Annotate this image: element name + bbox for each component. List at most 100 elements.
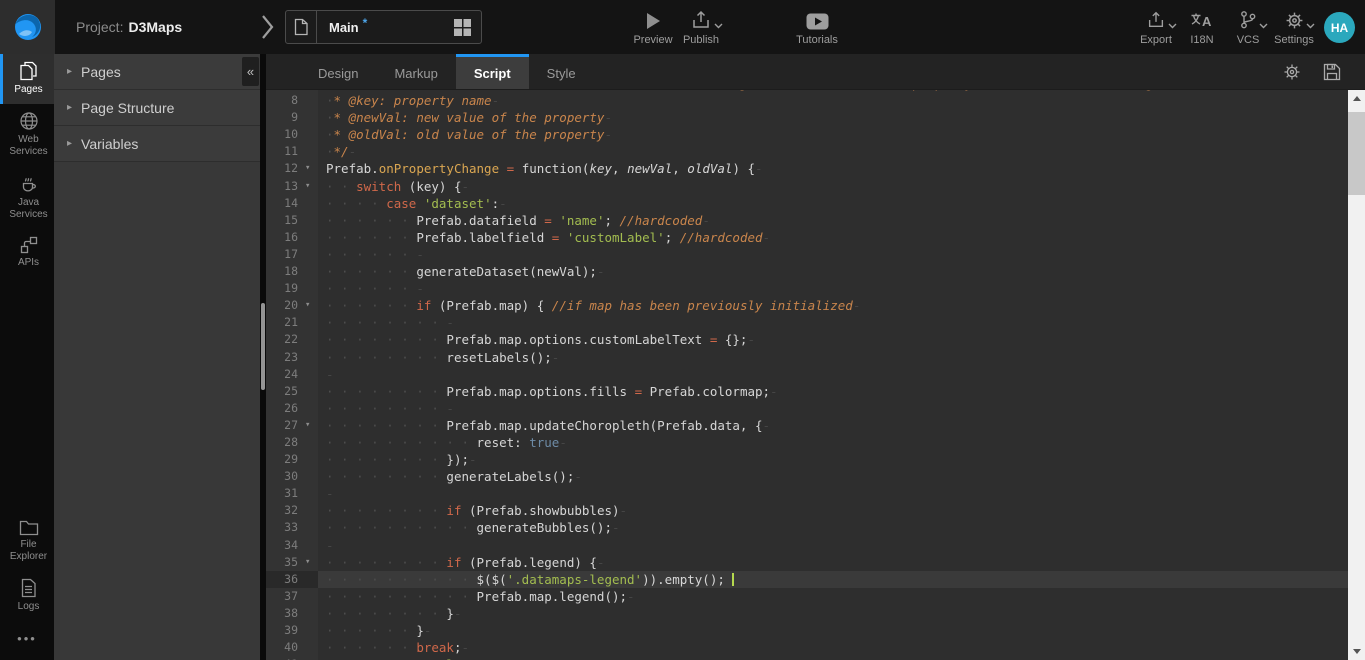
i18n-button[interactable]: A I18N bbox=[1179, 8, 1225, 46]
fold-arrow-icon[interactable]: ▾ bbox=[304, 297, 318, 314]
code-line[interactable]: 34- bbox=[266, 537, 1348, 554]
code-line[interactable]: 37· · · · · · · · · · Prefab.map.legend(… bbox=[266, 588, 1348, 605]
code-line[interactable]: 13▾· · switch (key) {- bbox=[266, 178, 1348, 195]
rail-label: Java Services bbox=[3, 197, 54, 221]
accordion-pages[interactable]: ▸ Pages « bbox=[54, 54, 260, 90]
code-line[interactable]: 39· · · · · · }- bbox=[266, 622, 1348, 639]
fold-gutter bbox=[304, 571, 318, 588]
tab-markup[interactable]: Markup bbox=[376, 54, 455, 89]
code-line[interactable]: 24- bbox=[266, 366, 1348, 383]
page-doc-icon[interactable] bbox=[286, 11, 317, 43]
code-line[interactable]: 23· · · · · · · · resetLabels();- bbox=[266, 349, 1348, 366]
code-line[interactable]: 10·* @oldVal: old value of the property- bbox=[266, 126, 1348, 143]
rail-more-button[interactable]: ••• bbox=[0, 621, 54, 660]
code-token: - bbox=[755, 161, 763, 176]
code-line[interactable]: 19· · · · · · - bbox=[266, 280, 1348, 297]
line-number: 8 bbox=[266, 92, 304, 109]
code-line[interactable]: 27▾· · · · · · · · Prefab.map.updateChor… bbox=[266, 417, 1348, 434]
accordion-variables[interactable]: ▸ Variables bbox=[54, 126, 260, 162]
code-line[interactable]: 12▾Prefab.onPropertyChange = function(ke… bbox=[266, 160, 1348, 177]
code-editor[interactable]: 7 * this method will be invoked whenever… bbox=[266, 90, 1348, 660]
vertical-scrollbar[interactable] bbox=[1348, 90, 1365, 660]
code-text: · · · · · · }- bbox=[318, 622, 1348, 639]
settings-button[interactable]: Settings bbox=[1271, 8, 1317, 46]
publish-button[interactable]: Publish bbox=[670, 8, 732, 46]
rail-item-pages[interactable]: Pages bbox=[0, 54, 54, 104]
code-token: - bbox=[492, 93, 500, 108]
fold-arrow-icon[interactable]: ▾ bbox=[304, 417, 318, 434]
code-line[interactable]: 40· · · · · · break;- bbox=[266, 639, 1348, 656]
code-line[interactable]: 38· · · · · · · · }- bbox=[266, 605, 1348, 622]
code-line[interactable]: 21· · · · · · · · - bbox=[266, 314, 1348, 331]
code-line[interactable]: 31- bbox=[266, 485, 1348, 502]
line-number: 28 bbox=[266, 434, 304, 451]
line-number: 26 bbox=[266, 400, 304, 417]
rail-item-java-services[interactable]: Java Services bbox=[0, 166, 54, 229]
code-line[interactable]: 25· · · · · · · · Prefab.map.options.fil… bbox=[266, 383, 1348, 400]
rail-spacer bbox=[0, 277, 54, 512]
code-token: · bbox=[326, 93, 334, 108]
line-number: 13 bbox=[266, 178, 304, 195]
code-token: · · · · · · bbox=[326, 640, 416, 655]
fold-gutter bbox=[304, 434, 318, 451]
code-line[interactable]: 17· · · · · · - bbox=[266, 246, 1348, 263]
vcs-button[interactable]: VCS bbox=[1225, 8, 1271, 46]
rail-item-file-explorer[interactable]: File Explorer bbox=[0, 512, 54, 571]
code-token: Prefab.map.options.customLabelText bbox=[446, 332, 709, 347]
code-line[interactable]: 29· · · · · · · · });- bbox=[266, 451, 1348, 468]
code-line[interactable]: 18· · · · · · generateDataset(newVal);- bbox=[266, 263, 1348, 280]
code-token: $($( bbox=[477, 572, 507, 587]
fold-arrow-icon[interactable]: ▾ bbox=[304, 160, 318, 177]
code-line[interactable]: 41· · · · case 'colormap': bbox=[266, 656, 1348, 660]
fold-gutter bbox=[304, 126, 318, 143]
code-line[interactable]: 11·*/- bbox=[266, 143, 1348, 160]
code-line[interactable]: 16· · · · · · Prefab.labelfield = 'custo… bbox=[266, 229, 1348, 246]
code-line[interactable]: 8·* @key: property name- bbox=[266, 92, 1348, 109]
code-line[interactable]: 22· · · · · · · · Prefab.map.options.cus… bbox=[266, 331, 1348, 348]
open-page-tab[interactable]: Main * bbox=[285, 10, 482, 44]
panel-collapse-button[interactable]: « bbox=[242, 57, 259, 86]
code-line[interactable]: 35▾· · · · · · · · if (Prefab.legend) {- bbox=[266, 554, 1348, 571]
code-line[interactable]: 15· · · · · · Prefab.datafield = 'name';… bbox=[266, 212, 1348, 229]
code-line[interactable]: 36· · · · · · · · · · $($('.datamaps-leg… bbox=[266, 571, 1348, 588]
save-icon[interactable] bbox=[1323, 63, 1341, 81]
user-avatar[interactable]: HA bbox=[1324, 12, 1355, 43]
code-token: ; bbox=[604, 213, 619, 228]
caret-right-icon: ▸ bbox=[67, 138, 72, 149]
tab-style[interactable]: Style bbox=[529, 54, 594, 89]
code-token: 'name' bbox=[559, 213, 604, 228]
rail-item-apis[interactable]: APIs bbox=[0, 229, 54, 277]
scroll-down-arrow[interactable] bbox=[1348, 643, 1365, 660]
fold-arrow-icon[interactable]: ▾ bbox=[304, 554, 318, 571]
wavemaker-logo[interactable] bbox=[0, 0, 55, 54]
pages-grid-icon[interactable] bbox=[453, 18, 472, 37]
tab-script[interactable]: Script bbox=[456, 54, 529, 89]
scroll-up-arrow[interactable] bbox=[1348, 90, 1365, 107]
scrollbar-thumb[interactable] bbox=[1348, 112, 1365, 195]
tab-design[interactable]: Design bbox=[300, 54, 376, 89]
panel-scrollbar-thumb[interactable] bbox=[261, 303, 265, 390]
code-token: 'dataset' bbox=[424, 196, 492, 211]
rail-item-logs[interactable]: Logs bbox=[0, 571, 54, 621]
code-line[interactable]: 30· · · · · · · · generateLabels();- bbox=[266, 468, 1348, 485]
line-number: 24 bbox=[266, 366, 304, 383]
code-line[interactable]: 28· · · · · · · · · · reset: true- bbox=[266, 434, 1348, 451]
code-token: · · · · · · bbox=[326, 298, 416, 313]
code-line[interactable]: 26· · · · · · · · - bbox=[266, 400, 1348, 417]
code-text: - bbox=[318, 485, 1348, 502]
code-line[interactable]: 32· · · · · · · · if (Prefab.showbubbles… bbox=[266, 502, 1348, 519]
editor-settings-gear-icon[interactable] bbox=[1283, 63, 1301, 81]
code-line[interactable]: 33· · · · · · · · · · generateBubbles();… bbox=[266, 519, 1348, 536]
fold-arrow-icon[interactable]: ▾ bbox=[304, 178, 318, 195]
code-line[interactable]: 9·* @newVal: new value of the property- bbox=[266, 109, 1348, 126]
rail-item-web-services[interactable]: Web Services bbox=[0, 104, 54, 166]
export-button[interactable]: Export bbox=[1133, 8, 1179, 46]
accordion-page-structure[interactable]: ▸ Page Structure bbox=[54, 90, 260, 126]
code-token: · · · · · · · · · · bbox=[326, 572, 477, 587]
tutorials-button[interactable]: Tutorials bbox=[786, 8, 848, 46]
code-line[interactable]: 20▾· · · · · · if (Prefab.map) { //if ma… bbox=[266, 297, 1348, 314]
code-token: onPropertyChange bbox=[379, 161, 499, 176]
line-number: 27 bbox=[266, 417, 304, 434]
code-line[interactable]: 14· · · · case 'dataset':- bbox=[266, 195, 1348, 212]
line-number: 11 bbox=[266, 143, 304, 160]
